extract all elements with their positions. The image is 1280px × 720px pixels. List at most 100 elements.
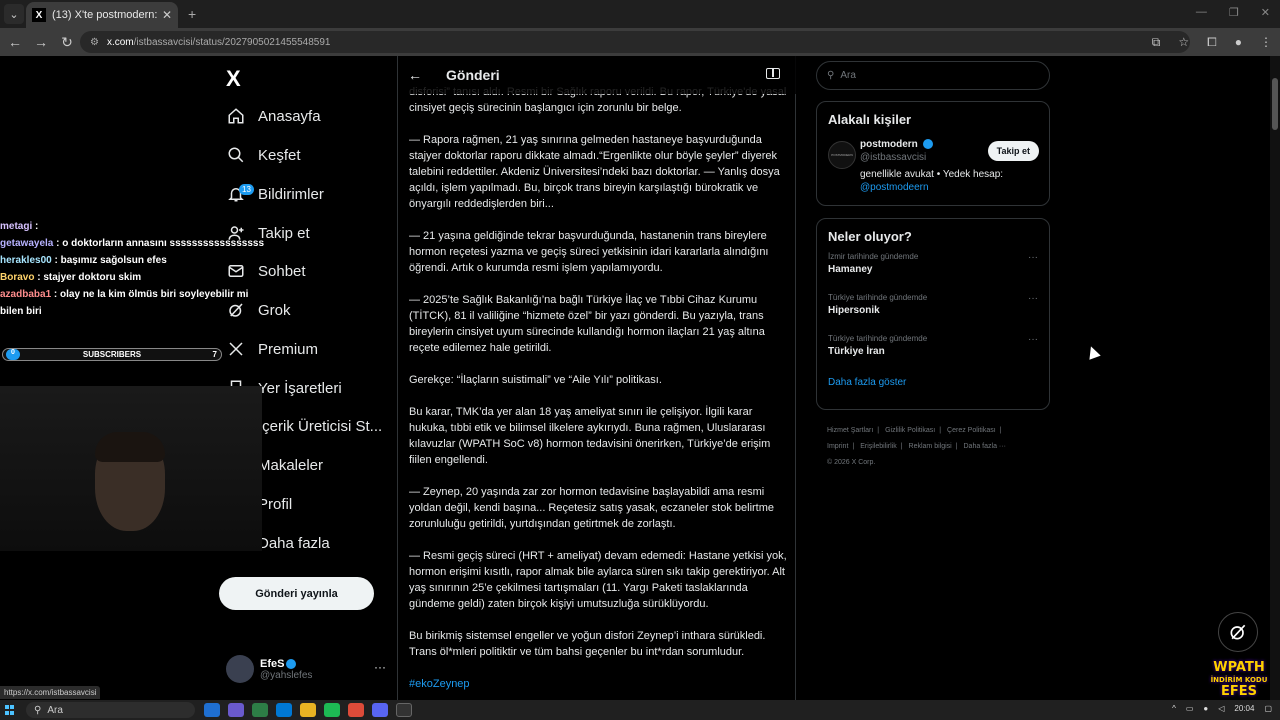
network-icon[interactable]: ▭ xyxy=(1186,704,1194,713)
extensions-icon[interactable]: ⧠ xyxy=(1207,35,1217,50)
notification-icon[interactable]: ▢ xyxy=(1264,704,1272,713)
app-icon[interactable] xyxy=(228,703,244,717)
nav-label: Bildirimler xyxy=(258,185,324,203)
reader-mode-icon[interactable] xyxy=(766,68,780,79)
close-window-icon[interactable]: ✕ xyxy=(1261,6,1270,19)
trends-title: Neler oluyor? xyxy=(828,229,912,244)
footer-link[interactable]: Imprint xyxy=(827,443,848,450)
back-arrow-icon[interactable]: ← xyxy=(408,67,424,83)
chat-user: metagi xyxy=(0,221,33,232)
footer-sep: | xyxy=(852,443,855,450)
nav-item-notifications[interactable]: 13 Bildirimler xyxy=(226,179,324,209)
obs-icon[interactable] xyxy=(396,703,412,717)
windows-start-icon[interactable] xyxy=(5,705,15,715)
chrome-icon[interactable] xyxy=(348,703,364,717)
new-tab-button[interactable]: + xyxy=(188,6,196,22)
maximize-icon[interactable]: ❐ xyxy=(1229,6,1239,19)
trend-item[interactable]: Türkiye tarihinde gündemde Hipersonik ··… xyxy=(828,293,1038,334)
home-icon xyxy=(226,106,246,126)
site-info-icon[interactable]: ⚙ xyxy=(90,37,99,48)
taskbar-apps xyxy=(204,703,412,717)
more-dots-icon[interactable]: ··· xyxy=(1028,293,1038,304)
promo-line: EFES xyxy=(1220,684,1257,699)
person-card[interactable]: POSTMODERN postmodern @istbassavcisi gen… xyxy=(817,135,1049,205)
post-paragraph: Bu birikmiş sistemsel engeller ve yoğun … xyxy=(409,630,766,658)
promo-overlay: WPATH İNDİRİM KODU EFES xyxy=(1206,661,1272,699)
nav-label: Anasayfa xyxy=(258,107,321,125)
hashtag-link[interactable]: #ekoZeynep xyxy=(409,676,789,692)
follow-button[interactable]: Takip et xyxy=(987,141,1039,161)
install-app-icon[interactable]: ⧉ xyxy=(1152,35,1161,50)
browser-tab[interactable]: X (13) X'te postmodern: "— Kick ✕ xyxy=(26,2,178,28)
avatar[interactable]: POSTMODERN xyxy=(828,141,856,169)
taskbar: ⚲ Ara ^ ▭ ● ◁ 20:04 ▢ xyxy=(0,700,1280,720)
forward-nav-icon[interactable]: → xyxy=(30,34,52,50)
taskbar-search[interactable]: ⚲ Ara xyxy=(26,702,195,718)
outlook-icon[interactable] xyxy=(276,703,292,717)
bookmark-star-icon[interactable]: ☆ xyxy=(1178,35,1189,50)
search-icon: ⚲ xyxy=(827,70,835,81)
trend-item[interactable]: İzmir tarihinde gündemde Hamaney ··· xyxy=(828,252,1038,293)
more-dots-icon[interactable]: ··· xyxy=(1028,252,1038,263)
browser-menu-icon[interactable]: ⋮ xyxy=(1260,35,1272,50)
stream-chat-overlay: metagi : getawayela : o doktorların anna… xyxy=(0,218,270,320)
tab-search-button[interactable]: ⌄ xyxy=(4,4,24,24)
profile-icon[interactable]: ● xyxy=(1235,35,1242,50)
chevron-up-icon[interactable]: ^ xyxy=(1172,704,1176,713)
volume-icon[interactable]: ◁ xyxy=(1218,704,1224,713)
url-path: /istbassavcisi/status/202790502145554859… xyxy=(133,36,331,48)
nav-item-explore[interactable]: Keşfet xyxy=(226,140,301,170)
verified-icon xyxy=(286,658,297,669)
clock-time[interactable]: 20:04 xyxy=(1234,704,1254,713)
minimize-icon[interactable]: — xyxy=(1196,6,1207,19)
tab-bar: ⌄ X (13) X'te postmodern: "— Kick ✕ + — … xyxy=(0,0,1280,28)
chat-text: başımız sağolsun efes xyxy=(60,255,167,266)
show-more-link[interactable]: Daha fazla göster xyxy=(828,377,1038,388)
page-scrollbar[interactable] xyxy=(1270,56,1280,700)
account-switcher[interactable]: EfeS @yahslefes ··· xyxy=(226,654,386,684)
back-nav-icon[interactable]: ← xyxy=(4,34,26,50)
x-logo-icon[interactable]: X xyxy=(226,66,241,92)
url-input[interactable]: ⚙ x.com/istbassavcisi/status/20279050214… xyxy=(80,31,1190,53)
more-dots-icon[interactable]: ··· xyxy=(1028,334,1038,345)
nav-label: Makaleler xyxy=(258,456,324,474)
post-paragraph: — Rapora rağmen, 21 yaş sınırına gelmede… xyxy=(409,134,780,210)
x-premium-icon xyxy=(226,339,246,359)
footer-link[interactable]: Hizmet Şartları xyxy=(827,427,873,434)
trend-item[interactable]: Türkiye tarihinde gündemde Türkiye İran … xyxy=(828,334,1038,375)
footer-link[interactable]: Daha fazla ··· xyxy=(964,443,1006,450)
discord-icon[interactable] xyxy=(372,703,388,717)
nav-item-premium[interactable]: Premium xyxy=(226,334,318,364)
bio-link[interactable]: @postmodeern xyxy=(860,182,929,193)
tab-title: (13) X'te postmodern: "— Kick xyxy=(52,9,158,21)
nav-label: Keşfet xyxy=(258,146,301,164)
search-placeholder: Ara xyxy=(840,70,856,81)
person-handle: @istbassavcisi xyxy=(860,152,927,163)
tab-close-icon[interactable]: ✕ xyxy=(162,8,172,22)
store-icon[interactable] xyxy=(252,703,268,717)
footer-link[interactable]: Reklam bilgisi xyxy=(909,443,952,450)
post-text: disforisi” tanısı aldı. Resmi bir Sağlık… xyxy=(409,84,789,700)
chat-user: herakles00 xyxy=(0,255,52,266)
reload-icon[interactable]: ↻ xyxy=(56,34,78,51)
mic-icon[interactable]: ● xyxy=(1203,704,1208,713)
more-dots-icon[interactable]: ··· xyxy=(374,660,386,674)
grok-icon xyxy=(1230,624,1246,640)
chat-message: metagi : xyxy=(0,221,39,232)
post-button[interactable]: Gönderi yayınla xyxy=(219,577,374,610)
grok-floating-button[interactable] xyxy=(1218,612,1258,652)
footer-link[interactable]: Gizlilik Politikası xyxy=(885,427,935,434)
person-name[interactable]: postmodern xyxy=(860,139,918,150)
footer-link[interactable]: Erişilebilirlik xyxy=(860,443,897,450)
edge-icon[interactable] xyxy=(204,703,220,717)
nav-label: Daha fazla xyxy=(258,534,330,552)
account-name: EfeS xyxy=(260,657,285,670)
folder-icon[interactable] xyxy=(300,703,316,717)
search-input[interactable]: ⚲ Ara xyxy=(816,61,1050,90)
window-controls: — ❐ ✕ xyxy=(1196,6,1270,19)
scrollbar-thumb[interactable] xyxy=(1272,78,1278,130)
spotify-icon[interactable] xyxy=(324,703,340,717)
chat-user: azadbaba1 xyxy=(0,289,52,300)
footer-link[interactable]: Çerez Politikası xyxy=(947,427,996,434)
nav-item-home[interactable]: Anasayfa xyxy=(226,101,321,131)
